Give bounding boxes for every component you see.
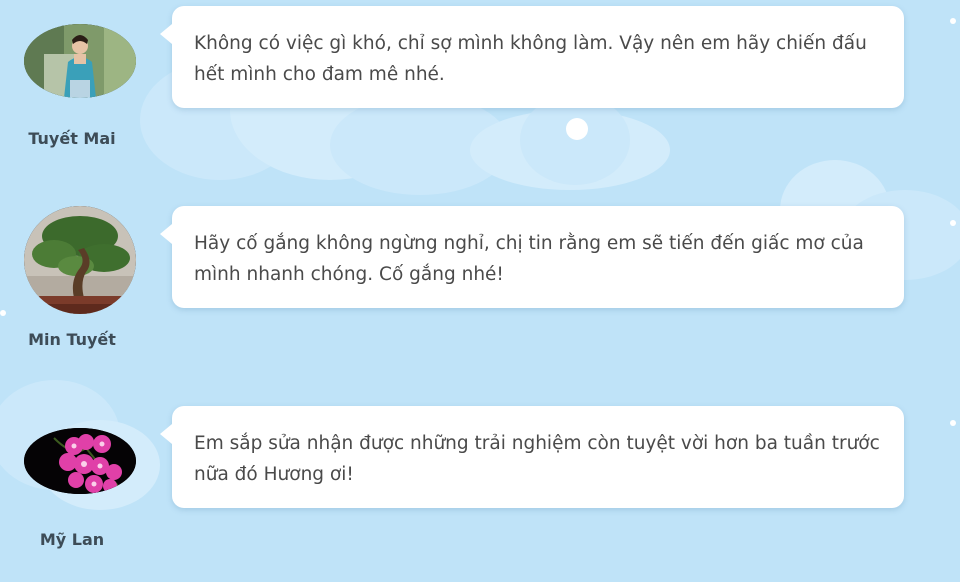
comment-item: Tuyết Mai Không có việc gì khó, chỉ sợ m… bbox=[0, 0, 960, 160]
avatar-tuyet-mai[interactable] bbox=[24, 24, 136, 98]
author-name: Mỹ Lan bbox=[39, 530, 105, 549]
avatar-my-lan[interactable] bbox=[24, 428, 136, 494]
comment-item: Mỹ Lan Em sắp sửa nhận được những trải n… bbox=[0, 400, 960, 560]
woman-portrait-photo-icon bbox=[24, 24, 136, 98]
comment-text: Em sắp sửa nhận được những trải nghiệm c… bbox=[194, 433, 880, 485]
comment-bubble: Không có việc gì khó, chỉ sợ mình không … bbox=[160, 6, 904, 108]
avatar-min-tuyet[interactable] bbox=[24, 206, 136, 314]
pink-orchid-photo-icon bbox=[24, 428, 136, 494]
comment-text: Hãy cố gắng không ngừng nghỉ, chị tin rằ… bbox=[194, 233, 864, 285]
comment-bubble: Em sắp sửa nhận được những trải nghiệm c… bbox=[160, 406, 904, 508]
comment-item: Min Tuyết Hãy cố gắng không ngừng nghỉ, … bbox=[0, 200, 960, 360]
author-name: Tuyết Mai bbox=[28, 129, 116, 148]
comment-bubble: Hãy cố gắng không ngừng nghỉ, chị tin rằ… bbox=[160, 206, 904, 308]
bonsai-tree-photo-icon bbox=[24, 206, 136, 314]
comment-text: Không có việc gì khó, chỉ sợ mình không … bbox=[194, 33, 867, 85]
author-name: Min Tuyết bbox=[28, 330, 116, 349]
